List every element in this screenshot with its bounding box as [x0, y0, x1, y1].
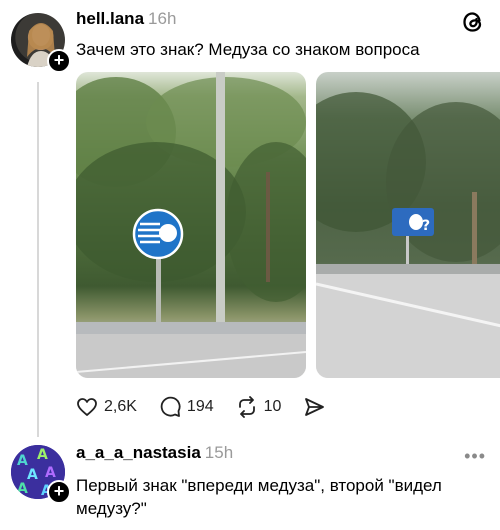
send-icon — [305, 398, 325, 416]
svg-text:A: A — [45, 465, 56, 481]
follow-plus-button[interactable]: + — [47, 49, 71, 73]
post-actions: 2,6K 194 10 — [76, 396, 353, 418]
like-count: 2,6K — [104, 398, 137, 415]
reply-text: Первый знак "впереди медуза", второй "ви… — [76, 476, 442, 518]
more-options-button[interactable]: ••• — [464, 446, 486, 467]
post-image-1[interactable] — [76, 72, 306, 378]
post-text: Зачем это знак? Медуза со знаком вопроса — [76, 40, 420, 59]
reply-time: 15h — [204, 443, 234, 462]
share-button[interactable] — [303, 397, 331, 417]
repost-icon — [238, 396, 255, 418]
svg-text:A: A — [17, 481, 28, 497]
svg-text:A: A — [27, 467, 38, 483]
comment-button[interactable]: 194 — [159, 396, 214, 418]
post-time: 16h — [148, 9, 177, 28]
threads-logo-icon[interactable] — [460, 9, 486, 35]
road-sign-photo: ? — [316, 92, 500, 378]
like-button[interactable]: 2,6K — [76, 397, 137, 417]
comment-count: 194 — [186, 398, 214, 415]
thread-line — [37, 82, 39, 437]
reply-follow-plus-button[interactable]: + — [47, 480, 71, 504]
repost-count: 10 — [263, 398, 282, 415]
road-sign-photo — [76, 72, 306, 378]
repost-button[interactable]: 10 — [236, 396, 282, 418]
svg-text:?: ? — [422, 218, 430, 234]
reply-username[interactable]: a_a_a_nastasia — [76, 443, 201, 462]
comment-bubble-icon — [160, 396, 181, 417]
reply-header: a_a_a_nastasia 15h — [76, 443, 233, 463]
svg-text:A: A — [37, 447, 48, 463]
post-header: hell.lana 16h — [76, 9, 176, 29]
heart-icon — [77, 398, 97, 416]
post-image-2[interactable]: ? — [316, 72, 500, 378]
post-username[interactable]: hell.lana — [76, 9, 144, 28]
